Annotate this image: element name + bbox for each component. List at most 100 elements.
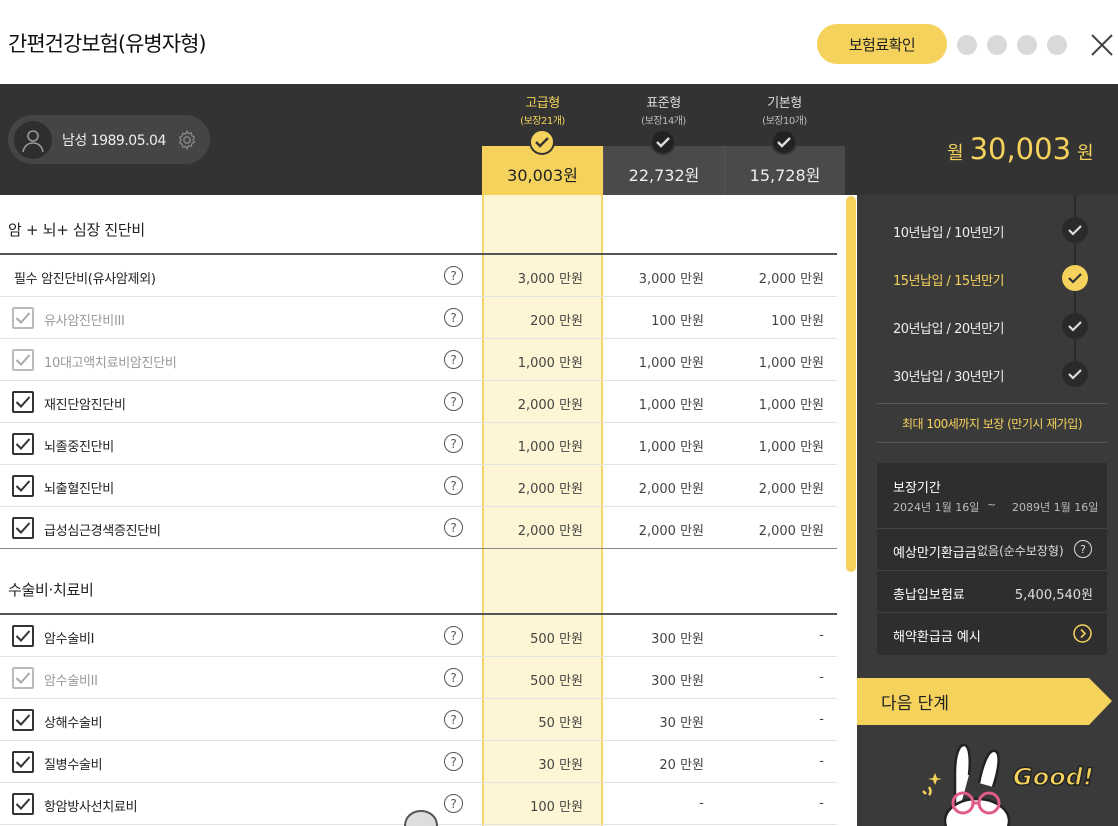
plan-header-premium[interactable]: 고급형 (보장21개)	[482, 92, 603, 127]
coverage-value: 2,000 만원	[517, 524, 583, 539]
checkmark-icon	[15, 396, 31, 408]
plan-header-basic[interactable]: 기본형 (보장10개)	[724, 92, 845, 127]
gear-icon[interactable]	[176, 129, 198, 151]
checkmark-icon	[15, 798, 31, 810]
close-icon[interactable]	[1090, 33, 1114, 57]
coverage-checkbox[interactable]	[12, 391, 34, 413]
term-option-label[interactable]: 30년납입 / 30년만기	[893, 366, 1005, 385]
coverage-checkbox[interactable]	[12, 517, 34, 539]
check-circle-icon	[771, 129, 797, 155]
coverage-label: 상해수술비	[44, 716, 103, 731]
coverage-value: 2,000 만원	[638, 482, 704, 497]
coverage-value: 50 만원	[538, 716, 583, 731]
help-icon[interactable]: ?	[444, 434, 463, 453]
coverage-value: 300 만원	[651, 674, 704, 689]
help-icon[interactable]: ?	[444, 752, 463, 771]
monthly-total: 월 30,003 원	[947, 132, 1094, 166]
coverage-value: 1,000 만원	[517, 356, 583, 371]
coverage-checkbox[interactable]	[12, 751, 34, 773]
top-bar: 간편건강보험(유병자형) 보험료확인	[0, 0, 1118, 84]
step-dot	[957, 35, 977, 55]
coverage-value: 1,000 만원	[638, 398, 704, 413]
term-option-label[interactable]: 15년납입 / 15년만기	[893, 270, 1005, 289]
help-icon[interactable]: ?	[444, 308, 463, 327]
coverage-value: 30 만원	[538, 758, 583, 773]
help-icon[interactable]: ?	[444, 518, 463, 537]
coverage-label: 암수술비II	[44, 674, 98, 689]
coverage-value: 3,000 만원	[638, 272, 704, 287]
term-option-label[interactable]: 20년납입 / 20년만기	[893, 318, 1005, 337]
coverage-checkbox[interactable]	[12, 475, 34, 497]
total-amount: 30,003	[969, 132, 1072, 166]
mascot-illustration: Good!	[922, 743, 1095, 826]
checkmark-icon	[15, 312, 31, 324]
next-step-button[interactable]: 다음 단계	[857, 678, 1112, 725]
coverage-label: 급성심근경색증진단비	[44, 524, 161, 539]
total-unit: 원	[1077, 143, 1094, 164]
coverage-checkbox[interactable]	[12, 667, 34, 689]
help-icon[interactable]: ?	[444, 476, 463, 495]
help-icon[interactable]: ?	[444, 392, 463, 411]
mascot-good-text: Good!	[1013, 763, 1094, 791]
coverage-row: 유사암진단비III? 200 만원 100 만원 100 만원	[0, 297, 837, 339]
coverage-row: 암수술비I? 500 만원 300 만원 -	[0, 615, 837, 657]
coverage-value: -	[819, 796, 824, 811]
premium-confirm-button[interactable]: 보험료확인	[817, 24, 947, 64]
term-check-icon[interactable]	[1062, 313, 1088, 339]
coverage-value: 1,000 만원	[517, 440, 583, 455]
checkmark-icon	[15, 522, 31, 534]
coverage-checkbox[interactable]	[12, 433, 34, 455]
term-check-icon[interactable]	[1062, 361, 1088, 387]
chevron-right-circle-icon[interactable]	[1073, 624, 1092, 643]
refund-value: 없음(순수보장형)	[977, 544, 1064, 558]
coverage-value: 1,000 만원	[758, 398, 824, 413]
plan-name: 표준형	[646, 96, 681, 111]
user-info-pill[interactable]: 남성 1989.05.04	[8, 115, 210, 164]
cancel-refund-row[interactable]: 해약환급금 예시	[877, 613, 1107, 655]
term-option-label[interactable]: 10년납입 / 10년만기	[893, 222, 1005, 241]
coverage-value: 100 만원	[771, 314, 824, 329]
help-icon[interactable]: ?	[1074, 540, 1092, 558]
period-end: 2089년 1월 16일	[1012, 501, 1099, 514]
page-title: 간편건강보험(유병자형)	[8, 32, 207, 56]
help-icon[interactable]: ?	[444, 266, 463, 285]
help-icon[interactable]: ?	[444, 626, 463, 645]
term-check-icon[interactable]	[1062, 265, 1088, 291]
step-dot	[1047, 35, 1067, 55]
coverage-value: 100 만원	[530, 800, 583, 815]
plan-header-standard[interactable]: 표준형 (보장14개)	[603, 92, 724, 127]
scrollbar-thumb[interactable]	[846, 196, 856, 572]
section-end-divider	[0, 548, 837, 549]
period-label: 보장기간	[893, 481, 941, 496]
coverage-value: 500 만원	[530, 632, 583, 647]
plan-name: 기본형	[767, 96, 802, 111]
coverage-checkbox[interactable]	[12, 349, 34, 371]
coverage-value: 2,000 만원	[517, 398, 583, 413]
help-icon[interactable]: ?	[444, 710, 463, 729]
coverage-value: 2,000 만원	[758, 482, 824, 497]
coverage-checkbox[interactable]	[12, 625, 34, 647]
section-title: 암 + 뇌+ 심장 진단비	[8, 221, 145, 239]
coverage-checkbox[interactable]	[12, 709, 34, 731]
user-info-text: 남성 1989.05.04	[62, 132, 166, 149]
total-premium-row: 총납입보험료 5,400,540원	[877, 571, 1107, 613]
coverage-value: 100 만원	[651, 314, 704, 329]
coverage-row: 10대고액치료비암진단비? 1,000 만원 1,000 만원 1,000 만원	[0, 339, 837, 381]
coverage-checkbox[interactable]	[12, 793, 34, 815]
period-start: 2024년 1월 16일	[893, 501, 980, 514]
coverage-label: 재진단암진단비	[44, 398, 126, 413]
coverage-label: 암수술비I	[44, 632, 95, 647]
plan-coverage: (보장21개)	[520, 116, 565, 127]
help-icon[interactable]: ?	[444, 794, 463, 813]
coverage-row: 뇌졸중진단비? 1,000 만원 1,000 만원 1,000 만원	[0, 423, 837, 465]
mascot-peek-icon	[404, 810, 438, 826]
coverage-row: 필수 암진단비(유사암제외)? 3,000 만원 3,000 만원 2,000 만원	[0, 255, 837, 297]
plan-name: 고급형	[525, 96, 560, 111]
checkmark-icon	[15, 714, 31, 726]
term-check-icon[interactable]	[1062, 217, 1088, 243]
total-premium-label: 총납입보험료	[893, 588, 965, 603]
coverage-checkbox[interactable]	[12, 307, 34, 329]
help-icon[interactable]: ?	[444, 668, 463, 687]
help-icon[interactable]: ?	[444, 350, 463, 369]
coverage-value: 2,000 만원	[638, 524, 704, 539]
